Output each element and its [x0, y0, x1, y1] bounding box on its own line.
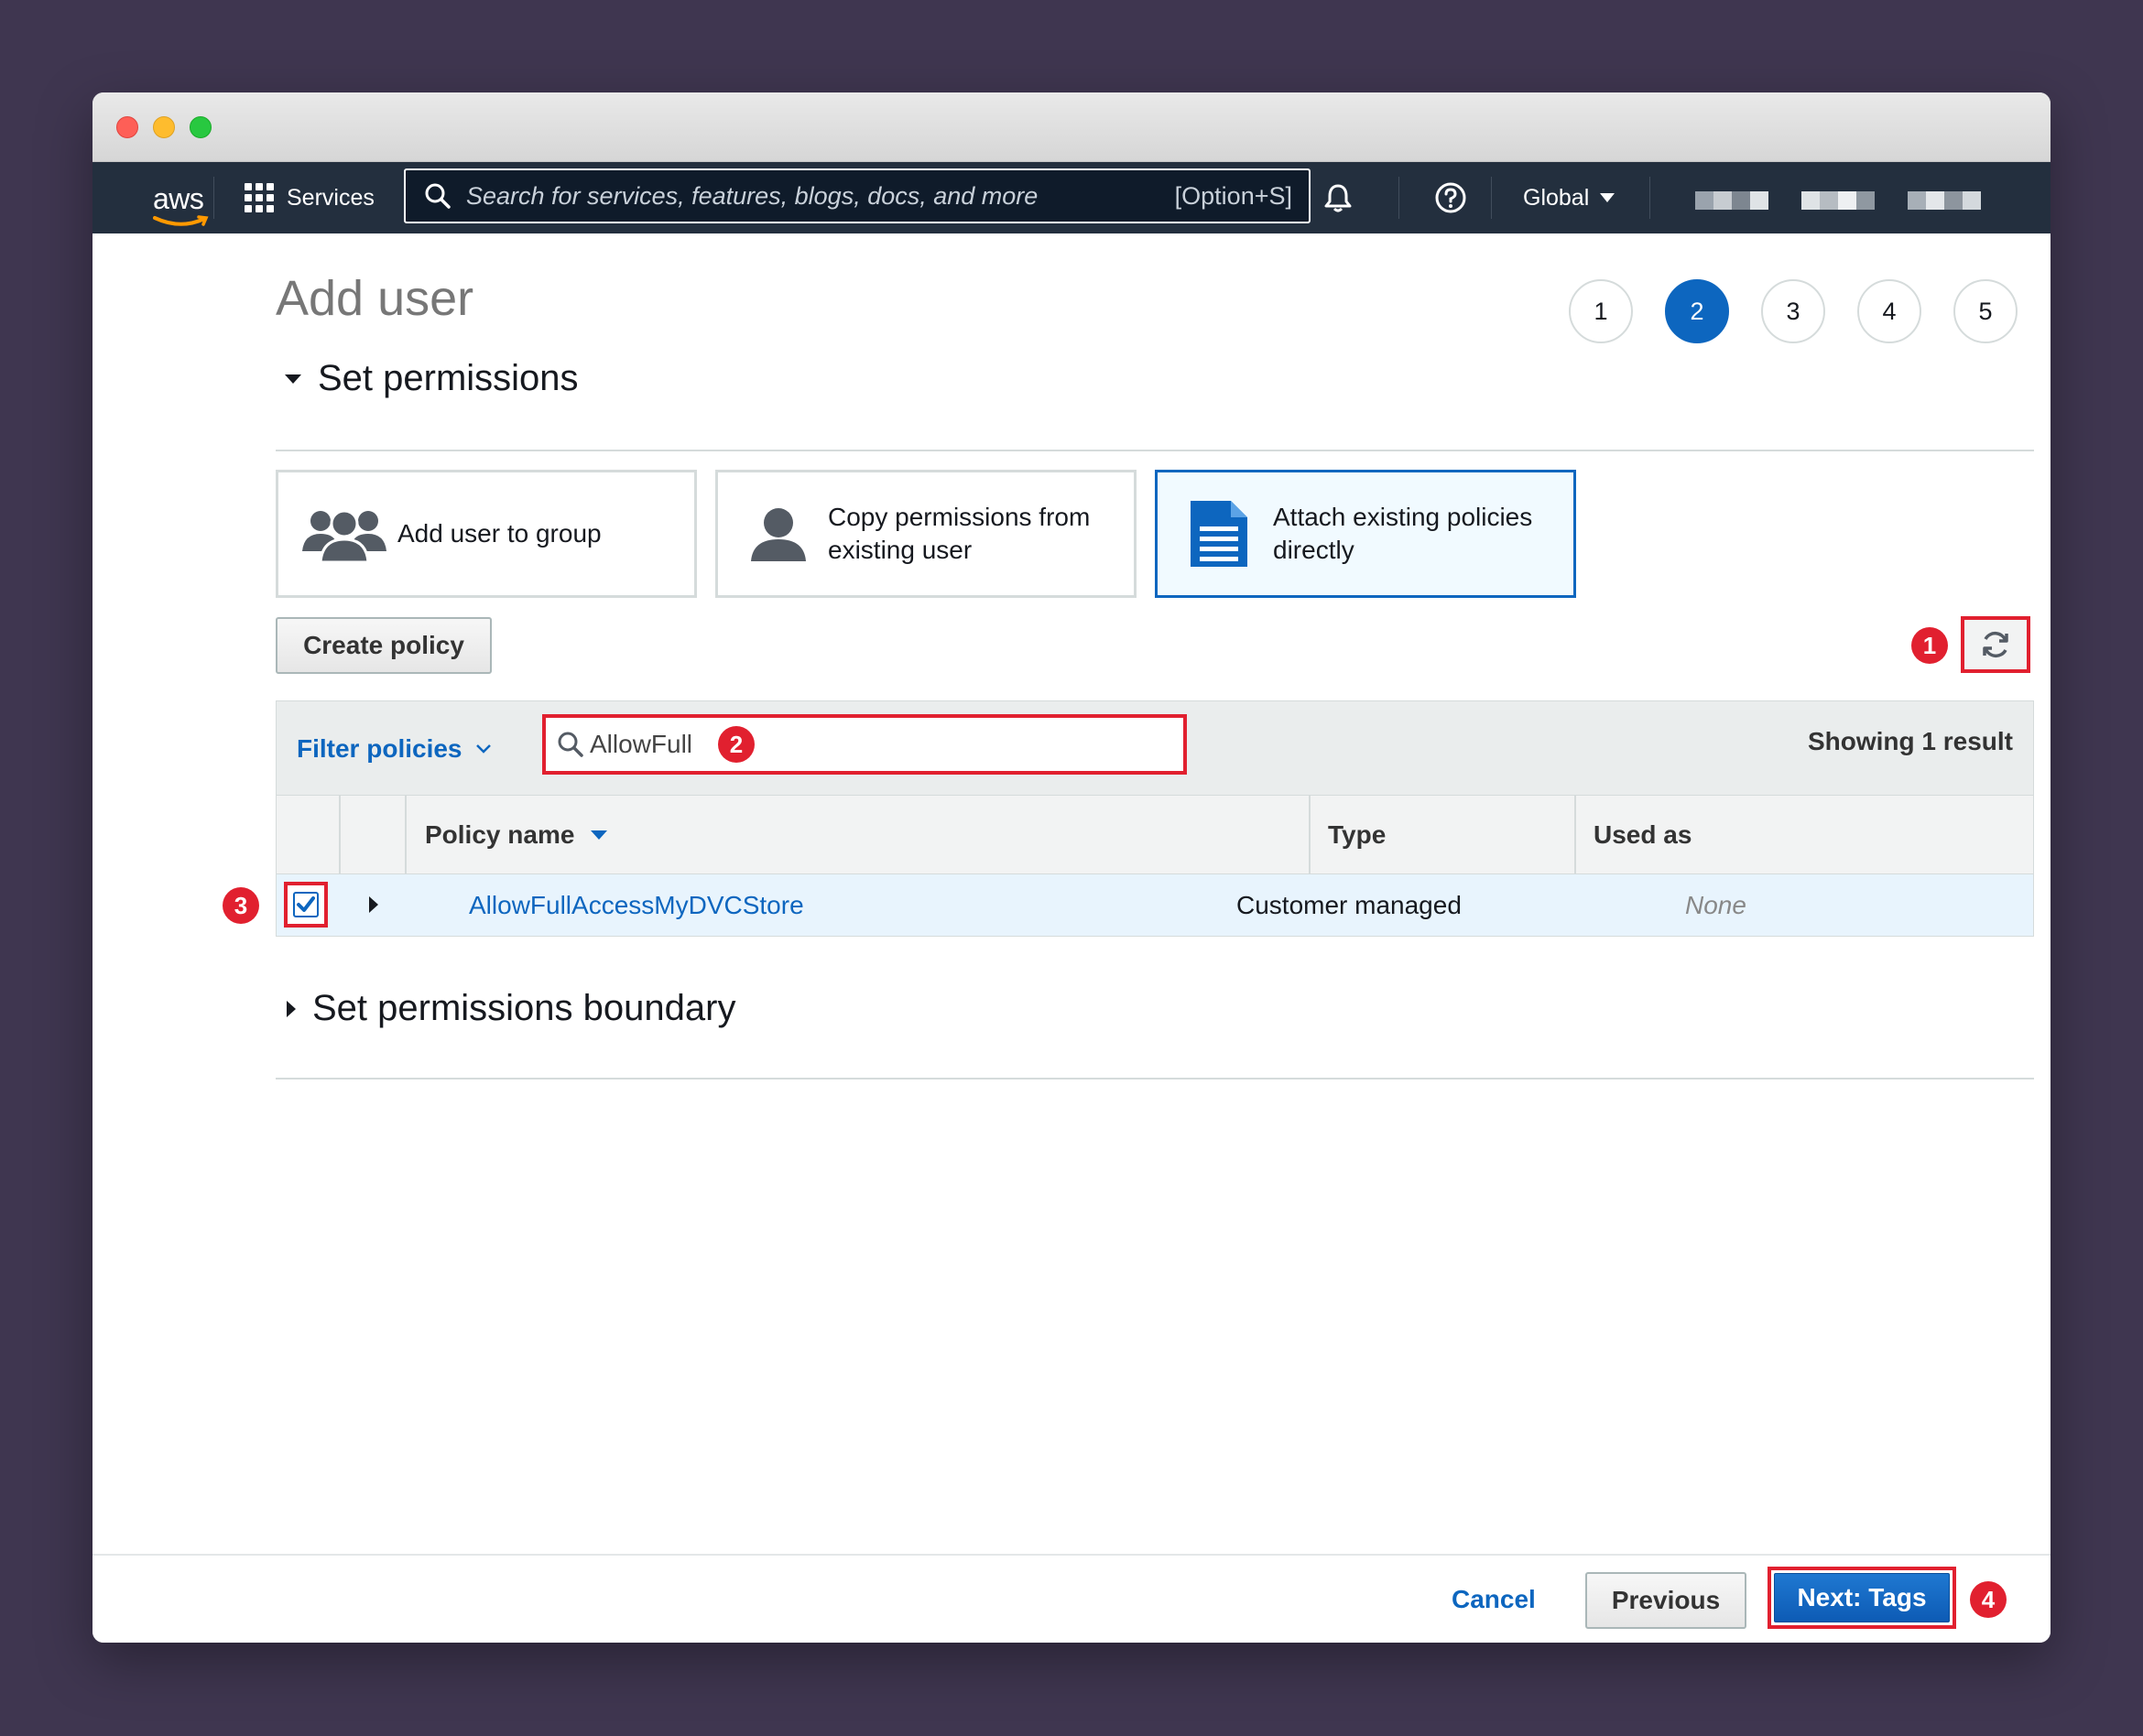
column-header-label: Policy name — [425, 820, 575, 849]
set-permissions-heading: Set permissions — [318, 358, 579, 398]
policy-filter-bar: Filter policies AllowFull 2 Showing 1 re… — [276, 700, 2034, 796]
account-menu-redacted[interactable] — [1695, 191, 1981, 210]
minimize-window-button[interactable] — [153, 116, 175, 138]
wizard-footer: Cancel Previous Next: Tags 4 — [92, 1554, 2051, 1643]
expand-row-icon[interactable] — [369, 896, 378, 913]
browser-window: aws Services Search for services, featur… — [92, 92, 2051, 1643]
column-header-type[interactable]: Type — [1328, 796, 1386, 874]
option-label-line: existing user — [828, 536, 973, 564]
sort-descending-icon — [591, 830, 608, 840]
option-label-line: Copy permissions from — [828, 503, 1091, 531]
checkbox-checked — [293, 892, 319, 917]
redacted-account-name — [1801, 191, 1875, 210]
search-shortcut: [Option+S] — [1174, 181, 1292, 210]
policy-name-link[interactable]: AllowFullAccessMyDVCStore — [469, 891, 804, 920]
column-divider — [1309, 796, 1311, 874]
collapsed-caret-icon — [287, 1000, 296, 1017]
column-divider — [405, 796, 407, 874]
cancel-button[interactable]: Cancel — [1452, 1585, 1536, 1614]
set-permissions-boundary-toggle[interactable]: Set permissions boundary — [276, 988, 735, 1029]
region-selector[interactable]: Global — [1523, 177, 1615, 219]
services-menu[interactable]: Services — [245, 177, 375, 219]
checkmark-icon — [297, 896, 315, 912]
row-select-checkbox[interactable] — [284, 882, 328, 928]
option-label: Attach existing policies directly — [1273, 501, 1532, 567]
column-divider — [1574, 796, 1576, 874]
aws-console-navbar: aws Services Search for services, featur… — [92, 162, 2051, 233]
filter-policies-label: Filter policies — [297, 734, 462, 763]
option-attach-existing-policies[interactable]: Attach existing policies directly — [1155, 470, 1576, 598]
region-label: Global — [1523, 184, 1590, 211]
section-divider — [276, 1078, 2034, 1080]
next-button-highlight: Next: Tags — [1768, 1567, 1956, 1629]
page-title: Add user — [276, 271, 474, 326]
chevron-down-icon — [475, 744, 491, 754]
create-policy-button[interactable]: Create policy — [276, 617, 492, 674]
wizard-step[interactable]: 4 — [1857, 279, 1921, 343]
policy-search-input[interactable]: AllowFull 2 — [542, 714, 1187, 775]
column-header-policy-name[interactable]: Policy name — [425, 796, 608, 874]
column-header-used-as[interactable]: Used as — [1594, 796, 1692, 874]
option-label: Copy permissions from existing user — [828, 501, 1090, 567]
wizard-step[interactable]: 5 — [1953, 279, 2018, 343]
wizard-step[interactable]: 1 — [1569, 279, 1633, 343]
option-copy-permissions[interactable]: Copy permissions from existing user — [715, 470, 1137, 598]
policy-table-header: Policy name Type Used as — [276, 796, 2034, 874]
refresh-icon — [1983, 631, 2008, 658]
option-add-user-to-group[interactable]: Add user to group — [276, 470, 697, 598]
set-permissions-toggle[interactable]: Set permissions — [276, 358, 579, 399]
option-label-line: directly — [1273, 536, 1354, 564]
caret-down-icon — [1600, 193, 1615, 202]
column-divider — [339, 796, 341, 874]
search-icon — [558, 732, 583, 757]
annotation-badge-1: 1 — [1911, 627, 1948, 664]
nav-separator — [1649, 177, 1650, 219]
single-user-icon — [749, 506, 808, 561]
zoom-window-button[interactable] — [190, 116, 212, 138]
window-titlebar — [92, 92, 2051, 162]
user-group-icon — [302, 505, 386, 562]
wizard-step-active[interactable]: 2 — [1665, 279, 1729, 343]
previous-button[interactable]: Previous — [1585, 1572, 1746, 1629]
annotation-badge-2: 2 — [718, 726, 756, 763]
redacted-account-region — [1908, 191, 1981, 210]
option-label-line: Add user to group — [397, 519, 602, 548]
wizard-steps: 1 2 3 4 5 — [1569, 279, 2018, 343]
refresh-button[interactable] — [1961, 616, 2030, 673]
nav-separator — [1491, 177, 1492, 219]
redacted-account-id — [1695, 191, 1768, 210]
policy-search-value: AllowFull — [590, 730, 693, 758]
close-window-button[interactable] — [116, 116, 138, 138]
section-divider — [276, 450, 2034, 451]
option-label: Add user to group — [397, 517, 602, 550]
help-icon[interactable] — [1433, 180, 1468, 215]
policy-type-cell: Customer managed — [1236, 891, 1462, 919]
set-permissions-boundary-heading: Set permissions boundary — [312, 988, 736, 1028]
bell-icon[interactable] — [1322, 181, 1354, 214]
expanded-caret-icon — [285, 374, 301, 384]
global-search-input[interactable]: Search for services, features, blogs, do… — [404, 168, 1311, 223]
search-placeholder: Search for services, features, blogs, do… — [466, 181, 1039, 210]
aws-smile-icon — [153, 215, 209, 226]
wizard-step[interactable]: 3 — [1761, 279, 1825, 343]
services-label: Services — [287, 184, 375, 211]
search-icon — [425, 183, 451, 209]
document-icon — [1191, 501, 1247, 567]
nav-separator — [213, 177, 214, 219]
filter-policies-dropdown[interactable]: Filter policies — [297, 734, 492, 764]
nav-separator — [1398, 177, 1399, 219]
policy-used-as-cell: None — [1685, 891, 1746, 919]
aws-logo[interactable]: aws — [120, 173, 209, 226]
add-user-page: Add user 1 2 3 4 5 Set permissions Add u… — [92, 233, 2051, 1550]
services-grid-icon — [245, 183, 274, 212]
table-row[interactable]: AllowFullAccessMyDVCStore Customer manag… — [276, 874, 2034, 937]
aws-logo-text: aws — [153, 182, 204, 215]
annotation-badge-4: 4 — [1970, 1581, 2007, 1618]
result-count: Showing 1 result — [1807, 727, 2013, 755]
option-label-line: Attach existing policies — [1273, 503, 1533, 531]
annotation-badge-3: 3 — [223, 887, 259, 924]
next-tags-button[interactable]: Next: Tags — [1774, 1573, 1950, 1622]
